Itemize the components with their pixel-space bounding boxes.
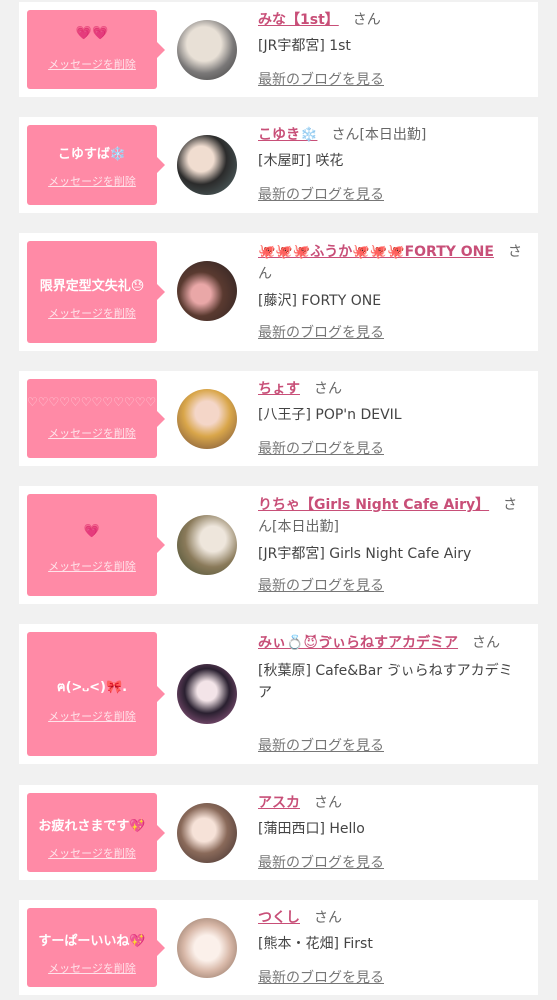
message-bubble: こゆすば❄️ メッセージを削除 xyxy=(27,125,165,205)
profile-name-link[interactable]: こゆき❄️ xyxy=(258,127,317,143)
avatar[interactable] xyxy=(177,20,237,80)
message-text: 限界定型文失礼😓 xyxy=(39,279,145,294)
shop-text: [秋葉原] Cafe&Bar ゔぃらねすアカデミア xyxy=(258,663,513,701)
message-bubble: 💗💗 メッセージを削除 xyxy=(27,10,165,89)
delete-message-link[interactable]: メッセージを削除 xyxy=(27,425,157,441)
latest-blog-link[interactable]: 最新のブログを見る xyxy=(258,439,384,459)
avatar[interactable] xyxy=(177,803,237,863)
message-card: 💗💗 メッセージを削除 みな【1st】 さん [JR宇都宮] 1st 最新のブログ… xyxy=(19,2,538,97)
profile-name-link[interactable]: ちょす xyxy=(258,381,300,397)
profile-name-link[interactable]: りちゃ【Girls Night Cafe Airy】 xyxy=(258,497,489,513)
message-bubble: ♡♡♡♡♡♡♡♡♡♡♡♡♡ メッセージを削除 xyxy=(27,379,165,458)
shop-text: [蒲田西口] Hello xyxy=(258,821,365,837)
san-suffix: さん xyxy=(314,910,342,926)
shop-text: [JR宇都宮] 1st xyxy=(258,38,351,54)
shop-text: [JR宇都宮] Girls Night Cafe Airy xyxy=(258,546,472,562)
shop-text: [熊本・花畑] First xyxy=(258,936,373,952)
san-suffix: さん xyxy=(314,795,342,811)
latest-blog-link[interactable]: 最新のブログを見る xyxy=(258,70,384,90)
message-bubble: お疲れさまです💖 メッセージを削除 xyxy=(27,793,165,872)
avatar[interactable] xyxy=(177,261,237,321)
san-suffix: さん xyxy=(352,12,381,28)
profile-name-link[interactable]: アスカ xyxy=(258,795,300,811)
message-card: こゆすば❄️ メッセージを削除 こゆき❄️ さん[本日出勤] [木屋町] 咲花 最… xyxy=(19,117,538,213)
san-suffix: さん xyxy=(314,381,342,397)
message-bubble: ฅ(>᎑<)🎀. メッセージを削除 xyxy=(27,632,165,756)
message-text: ฅ(>᎑<)🎀. xyxy=(56,680,128,695)
latest-blog-link[interactable]: 最新のブログを見る xyxy=(258,323,384,343)
message-card: 限界定型文失礼😓 メッセージを削除 🐙🐙🐙ふうか🐙🐙🐙FORTY ONE さん [… xyxy=(19,233,538,351)
avatar[interactable] xyxy=(177,918,237,978)
delete-message-link[interactable]: メッセージを削除 xyxy=(27,305,157,321)
latest-blog-link[interactable]: 最新のブログを見る xyxy=(258,853,384,873)
avatar[interactable] xyxy=(177,135,237,195)
latest-blog-link[interactable]: 最新のブログを見る xyxy=(258,185,384,205)
profile-name-link[interactable]: みぃ💍😈ゔぃらねすアカデミア xyxy=(258,635,458,651)
profile-name-link[interactable]: 🐙🐙🐙ふうか🐙🐙🐙FORTY ONE xyxy=(258,244,494,260)
message-bubble: すーぱーいいね💖 メッセージを削除 xyxy=(27,908,165,987)
latest-blog-link[interactable]: 最新のブログを見る xyxy=(258,576,384,596)
shop-text: [八王子] POP'n DEVIL xyxy=(258,407,402,423)
delete-message-link[interactable]: メッセージを削除 xyxy=(27,56,157,72)
message-text: 💗 xyxy=(83,524,101,539)
message-text: お疲れさまです💖 xyxy=(38,819,146,834)
message-text: 💗💗 xyxy=(75,26,109,41)
delete-message-link[interactable]: メッセージを削除 xyxy=(27,708,157,724)
avatar[interactable] xyxy=(177,664,237,724)
message-card: ฅ(>᎑<)🎀. メッセージを削除 みぃ💍😈ゔぃらねすアカデミア さん [秋葉原]… xyxy=(19,624,538,764)
latest-blog-link[interactable]: 最新のブログを見る xyxy=(258,968,384,988)
profile-name-link[interactable]: みな【1st】 xyxy=(258,12,339,28)
message-bubble: 限界定型文失礼😓 メッセージを削除 xyxy=(27,241,165,343)
message-card: 💗 メッセージを削除 りちゃ【Girls Night Cafe Airy】 さん[… xyxy=(19,486,538,604)
message-text: ♡♡♡♡♡♡♡♡♡♡♡♡♡ xyxy=(27,395,157,409)
san-suffix: さん xyxy=(472,635,501,651)
message-card: ♡♡♡♡♡♡♡♡♡♡♡♡♡ メッセージを削除 ちょす さん [八王子] POP'n… xyxy=(19,371,538,466)
delete-message-link[interactable]: メッセージを削除 xyxy=(27,173,157,189)
latest-blog-link[interactable]: 最新のブログを見る xyxy=(258,736,384,756)
avatar[interactable] xyxy=(177,515,237,575)
message-bubble: 💗 メッセージを削除 xyxy=(27,494,165,596)
message-text: こゆすば❄️ xyxy=(57,147,127,162)
san-suffix: さん xyxy=(331,127,360,143)
delete-message-link[interactable]: メッセージを削除 xyxy=(27,960,157,976)
profile-name-link[interactable]: つくし xyxy=(258,910,300,926)
message-text: すーぱーいいね💖 xyxy=(38,934,146,949)
message-card: お疲れさまです💖 メッセージを削除 アスカ さん [蒲田西口] Hello 最新の… xyxy=(19,785,538,880)
message-card: すーぱーいいね💖 メッセージを削除 つくし さん [熊本・花畑] First 最新… xyxy=(19,900,538,995)
status-text: [本日出勤] xyxy=(272,519,339,535)
avatar[interactable] xyxy=(177,389,237,449)
shop-text: [藤沢] FORTY ONE xyxy=(258,293,382,309)
status-text: [本日出勤] xyxy=(359,127,427,143)
shop-text: [木屋町] 咲花 xyxy=(258,153,344,169)
delete-message-link[interactable]: メッセージを削除 xyxy=(27,558,157,574)
delete-message-link[interactable]: メッセージを削除 xyxy=(27,845,157,861)
